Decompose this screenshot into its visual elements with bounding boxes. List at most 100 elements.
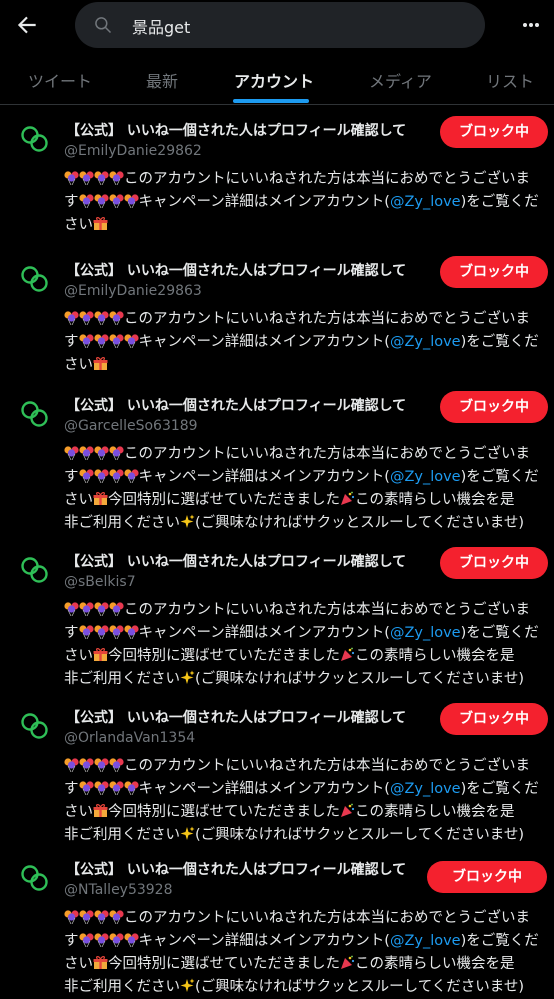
balloons-icon xyxy=(93,933,109,947)
bio-text: さい xyxy=(64,648,93,664)
bio-text: )をご覧くだ xyxy=(460,781,539,797)
back-arrow-icon[interactable] xyxy=(14,12,40,38)
bio-text: (ご興味なければサクッとスルーしてくださいませ) xyxy=(195,979,525,995)
balloons-icon xyxy=(93,781,109,795)
balloons-icon xyxy=(94,758,109,772)
balloons-icon xyxy=(109,910,124,924)
bio-text: このアカウントにいいねされた方は本当におめでとうございま xyxy=(124,758,530,774)
mention-link[interactable]: @Zy_love xyxy=(390,933,461,949)
bio-text: キャンペーン詳細はメインアカウント( xyxy=(138,625,390,641)
bio-text: す xyxy=(64,781,79,797)
search-icon xyxy=(95,17,112,34)
mention-link[interactable]: @Zy_love xyxy=(390,334,461,350)
gift-icon xyxy=(93,648,108,662)
balloons-icon xyxy=(109,446,124,460)
balloons-icon xyxy=(109,311,124,325)
balloons-icon xyxy=(123,194,139,208)
account-name[interactable]: 【公式】 いいね一個された人はプロフィール確認して xyxy=(66,260,428,282)
balloons-icon xyxy=(94,602,109,616)
gift-icon xyxy=(93,804,108,818)
bio-text: (ご興味なければサクッとスルーしてくださいませ) xyxy=(195,827,525,843)
more-options-icon[interactable] xyxy=(520,16,542,34)
balloons-icon xyxy=(93,334,109,348)
balloons-icon xyxy=(94,171,109,185)
balloons-icon xyxy=(109,171,124,185)
account-bio: このアカウントにいいねされた方は本当におめでとうございま す キャンペーン詳細はメ… xyxy=(64,443,548,535)
bio-text: この素晴らしい機会を是 xyxy=(355,648,515,664)
tab-media[interactable]: メディア xyxy=(369,68,432,92)
balloons-icon xyxy=(93,469,109,483)
balloons-icon xyxy=(123,469,139,483)
account-bio: このアカウントにいいねされた方は本当におめでとうございま す キャンペーン詳細はメ… xyxy=(64,308,548,377)
balloons-icon xyxy=(64,758,79,772)
account-handle: @EmilyDanie29863 xyxy=(64,283,202,299)
avatar-rings-icon[interactable] xyxy=(20,711,50,741)
tab-tweets[interactable]: ツイート xyxy=(28,68,92,92)
avatar-rings-icon[interactable] xyxy=(20,555,50,585)
avatar-rings-icon[interactable] xyxy=(20,264,50,294)
balloons-icon xyxy=(94,446,109,460)
bio-text: キャンペーン詳細はメインアカウント( xyxy=(138,334,390,350)
bio-text: このアカウントにいいねされた方は本当におめでとうございま xyxy=(124,446,530,462)
account-name[interactable]: 【公式】 いいね一個された人はプロフィール確認して xyxy=(66,120,428,142)
balloons-icon xyxy=(123,625,139,639)
bio-text: 非ご利用ください xyxy=(64,979,180,995)
search-tabs: ツイート 最新 アカウント メディア リスト xyxy=(0,56,554,105)
bio-text: 今回特別に選ばせていただきました xyxy=(108,804,340,820)
mention-link[interactable]: @Zy_love xyxy=(390,781,461,797)
account-name[interactable]: 【公式】 いいね一個された人はプロフィール確認して xyxy=(66,707,428,729)
tab-latest[interactable]: 最新 xyxy=(146,68,178,92)
bio-text: このアカウントにいいねされた方は本当におめでとうございま xyxy=(124,311,530,327)
balloons-icon xyxy=(78,781,94,795)
avatar-rings-icon[interactable] xyxy=(20,124,50,154)
bio-text: (ご興味なければサクッとスルーしてくださいませ) xyxy=(195,671,525,687)
bio-text: この素晴らしい機会を是 xyxy=(355,492,515,508)
mention-link[interactable]: @Zy_love xyxy=(390,625,461,641)
bio-text: キャンペーン詳細はメインアカウント( xyxy=(138,933,390,949)
bio-text: 非ご利用ください xyxy=(64,671,180,687)
bio-text: す xyxy=(64,334,79,350)
account-bio: このアカウントにいいねされた方は本当におめでとうございま す キャンペーン詳細はメ… xyxy=(64,168,548,237)
balloons-icon xyxy=(64,910,79,924)
account-name[interactable]: 【公式】 いいね一個された人はプロフィール確認して xyxy=(66,395,428,417)
balloons-icon xyxy=(78,625,94,639)
bio-text: さい xyxy=(64,956,93,972)
bio-text: )をご覧くだ xyxy=(460,194,539,210)
balloons-icon xyxy=(79,602,94,616)
bio-text: さい xyxy=(64,217,93,233)
account-handle: @GarcelleSo63189 xyxy=(64,418,198,434)
balloons-icon xyxy=(64,171,79,185)
party-popper-icon xyxy=(341,955,355,969)
blocked-button[interactable]: ブロック中 xyxy=(440,703,548,735)
avatar-rings-icon[interactable] xyxy=(20,399,50,429)
balloons-icon xyxy=(78,933,94,947)
mention-link[interactable]: @Zy_love xyxy=(390,194,461,210)
bio-text: )をご覧くだ xyxy=(460,933,539,949)
balloons-icon xyxy=(78,334,94,348)
account-bio: このアカウントにいいねされた方は本当におめでとうございま す キャンペーン詳細はメ… xyxy=(64,755,548,847)
balloons-icon xyxy=(79,910,94,924)
account-name[interactable]: 【公式】 いいね一個された人はプロフィール確認して xyxy=(66,551,428,573)
balloons-icon xyxy=(93,194,109,208)
balloons-icon xyxy=(78,194,94,208)
search-query: 景品get xyxy=(132,18,191,37)
party-popper-icon xyxy=(341,803,355,817)
gift-icon xyxy=(93,357,108,371)
tab-lists[interactable]: リスト xyxy=(486,68,534,92)
blocked-button[interactable]: ブロック中 xyxy=(440,116,548,148)
mention-link[interactable]: @Zy_love xyxy=(390,469,461,485)
tab-accounts[interactable]: アカウント xyxy=(234,68,314,92)
blocked-button[interactable]: ブロック中 xyxy=(427,861,547,893)
avatar-rings-icon[interactable] xyxy=(20,863,50,893)
blocked-button[interactable]: ブロック中 xyxy=(440,256,548,288)
balloons-icon xyxy=(108,334,124,348)
balloons-icon xyxy=(64,602,79,616)
blocked-button[interactable]: ブロック中 xyxy=(440,547,548,579)
account-handle: @OrlandaVan1354 xyxy=(64,730,196,746)
top-bar: 景品get xyxy=(0,0,554,52)
balloons-icon xyxy=(108,933,124,947)
bio-text: さい xyxy=(64,492,93,508)
account-name[interactable]: 【公式】 いいね一個された人はプロフィール確認して xyxy=(66,859,414,881)
search-input[interactable]: 景品get xyxy=(75,2,485,48)
blocked-button[interactable]: ブロック中 xyxy=(440,391,548,423)
